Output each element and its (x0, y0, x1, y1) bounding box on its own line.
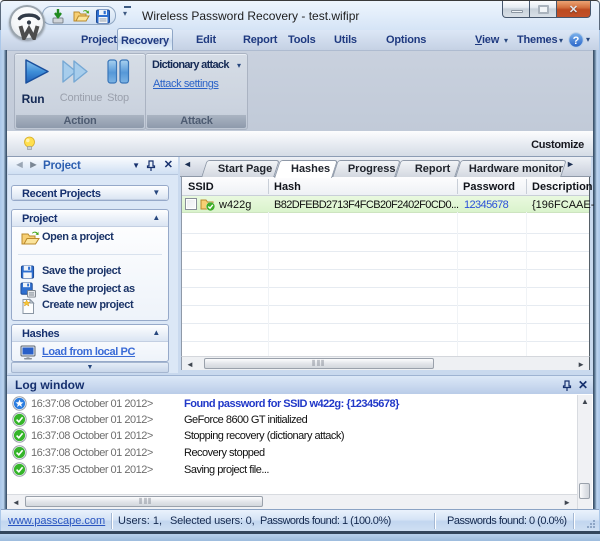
svg-text:?: ? (573, 35, 580, 47)
